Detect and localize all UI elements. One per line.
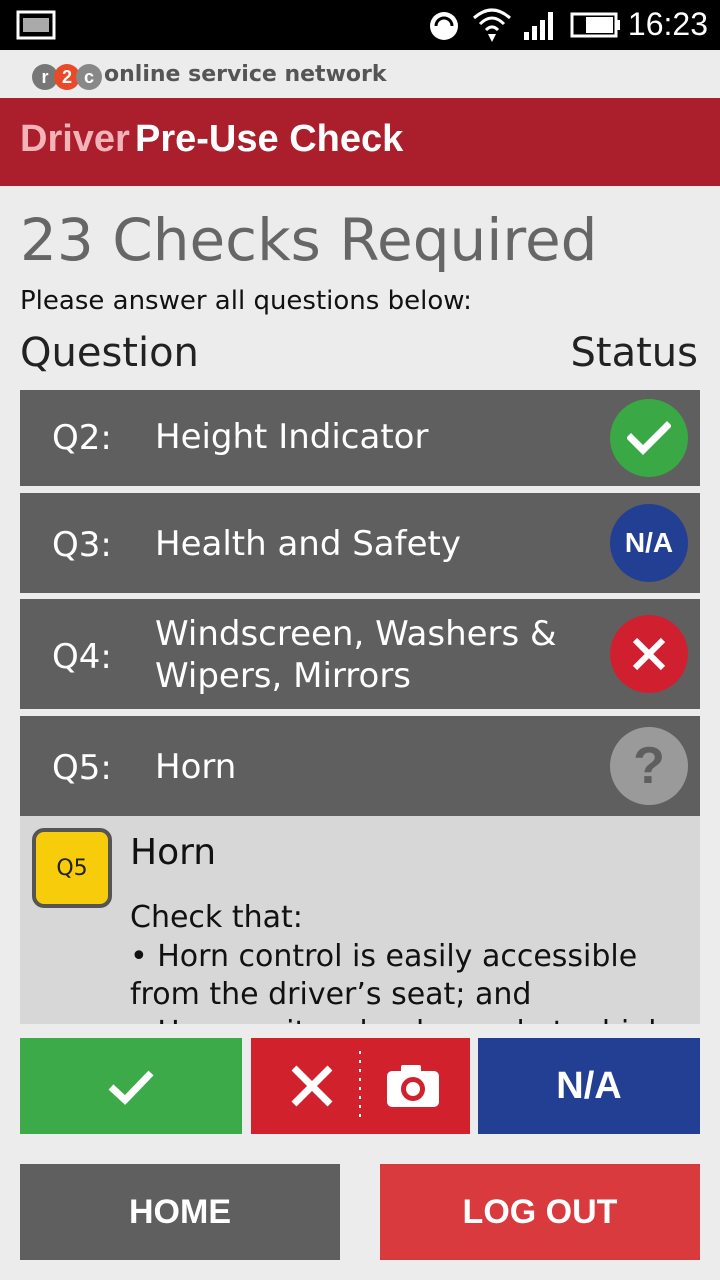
question-text: Horn bbox=[155, 747, 237, 787]
home-button-label: HOME bbox=[129, 1192, 231, 1231]
na-button[interactable]: N/A bbox=[478, 1038, 700, 1134]
question-number: Q2: bbox=[52, 418, 112, 458]
question-row-q5[interactable]: Q5: Horn ? bbox=[20, 716, 700, 816]
brand-tagline: online service network bbox=[104, 62, 387, 87]
app-header: Driver Pre-Use Check bbox=[0, 98, 720, 186]
status-na-label: N/A bbox=[624, 527, 674, 558]
detail-body: • Horn control is easily accessible from… bbox=[130, 938, 695, 1024]
status-bar: 16:23 bbox=[0, 0, 720, 50]
fail-photo-button[interactable] bbox=[251, 1038, 470, 1134]
question-text: Health and Safety bbox=[155, 524, 461, 564]
driver-logo: Driver bbox=[20, 118, 130, 160]
r2c-logo: r 2 c bbox=[32, 64, 102, 90]
page-title: Pre-Use Check bbox=[135, 118, 404, 160]
question-text: Windscreen, Washers & Wipers, Mirrors bbox=[155, 613, 557, 697]
column-header-status: Status bbox=[570, 330, 698, 376]
question-detail-panel: Q5 Horn Check that: • Horn control is ea… bbox=[20, 816, 700, 1024]
wifi-icon bbox=[473, 8, 511, 42]
clock: 16:23 bbox=[627, 6, 708, 42]
question-row-q2[interactable]: Q2: Height Indicator bbox=[20, 390, 700, 486]
divider bbox=[359, 1051, 361, 1121]
question-number: Q3: bbox=[52, 525, 112, 565]
check-icon bbox=[108, 1070, 154, 1105]
checks-required-heading: 23 Checks Required bbox=[20, 206, 598, 274]
svg-text:r: r bbox=[41, 67, 48, 87]
cross-icon bbox=[291, 1065, 333, 1107]
home-button[interactable]: HOME bbox=[20, 1164, 340, 1260]
column-header-question: Question bbox=[20, 330, 199, 376]
check-icon bbox=[627, 421, 671, 455]
question-badge: Q5 bbox=[32, 828, 112, 908]
detail-bullet: • Horn control is easily accessible from… bbox=[130, 939, 638, 1012]
pass-button[interactable] bbox=[20, 1038, 242, 1134]
svg-text:2: 2 bbox=[62, 67, 72, 87]
question-text-line: Windscreen, Washers & bbox=[155, 614, 557, 654]
detail-check-that: Check that: bbox=[130, 900, 303, 935]
camera-icon bbox=[387, 1065, 439, 1107]
status-pass-badge[interactable] bbox=[610, 399, 688, 477]
question-row-q4[interactable]: Q4: Windscreen, Washers & Wipers, Mirror… bbox=[20, 599, 700, 709]
status-fail-badge[interactable] bbox=[610, 615, 688, 693]
question-mark-icon: ? bbox=[633, 737, 665, 795]
question-text-line: Wipers, Mirrors bbox=[155, 656, 412, 696]
detail-title: Horn bbox=[130, 832, 217, 873]
battery-icon bbox=[570, 12, 620, 38]
nfc-icon bbox=[430, 12, 458, 40]
instructions-text: Please answer all questions below: bbox=[20, 286, 472, 316]
na-button-label: N/A bbox=[556, 1064, 622, 1107]
logout-button-label: LOG OUT bbox=[462, 1192, 618, 1231]
question-number: Q4: bbox=[52, 637, 112, 677]
question-row-q3[interactable]: Q3: Health and Safety N/A bbox=[20, 493, 700, 593]
question-number: Q5: bbox=[52, 748, 112, 788]
screenshot-notification-icon bbox=[16, 10, 56, 40]
status-unanswered-badge[interactable]: ? bbox=[610, 727, 688, 805]
svg-text:c: c bbox=[84, 67, 94, 87]
question-text: Height Indicator bbox=[155, 417, 429, 457]
detail-bullet: • Horn emits a loud sound at a high bbox=[130, 1014, 695, 1024]
signal-icon bbox=[524, 12, 553, 40]
cross-icon bbox=[632, 637, 666, 671]
status-na-badge[interactable]: N/A bbox=[610, 504, 688, 582]
logout-button[interactable]: LOG OUT bbox=[380, 1164, 700, 1260]
